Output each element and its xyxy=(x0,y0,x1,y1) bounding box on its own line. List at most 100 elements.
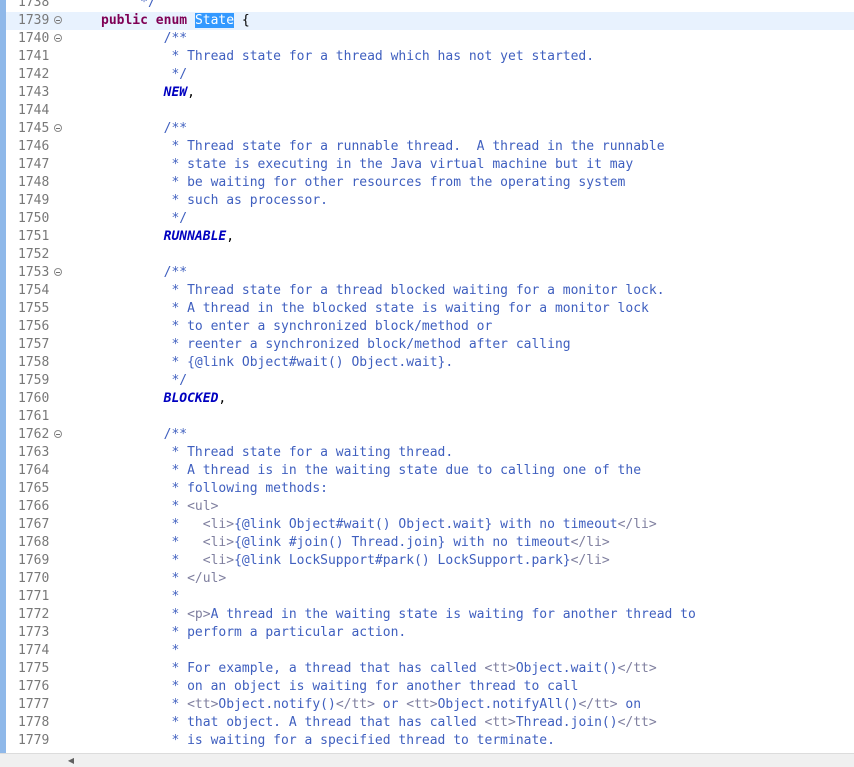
code-text: BLOCKED, xyxy=(101,390,227,408)
code-line[interactable]: 1775 * For example, a thread that has ca… xyxy=(6,660,854,678)
code-line[interactable]: 1746 * Thread state for a runnable threa… xyxy=(6,138,854,156)
code-text: * A thread is in the waiting state due t… xyxy=(101,462,641,480)
code-line[interactable]: 1764 * A thread is in the waiting state … xyxy=(6,462,854,480)
code-line[interactable]: 1779 * is waiting for a specified thread… xyxy=(6,732,854,750)
line-number: 1765 xyxy=(18,481,50,496)
code-line[interactable]: 1771 * xyxy=(6,588,854,606)
line-number: 1739 xyxy=(18,13,50,28)
code-line[interactable]: 1743 NEW, xyxy=(6,84,854,102)
code-line[interactable]: 1759 */ xyxy=(6,372,854,390)
code-token: * Thread state for a thread blocked wait… xyxy=(101,283,665,298)
code-line[interactable]: 1748 * be waiting for other resources fr… xyxy=(6,174,854,192)
code-token: * xyxy=(101,571,188,586)
code-line[interactable]: 1745 /** xyxy=(6,120,854,138)
code-text: * <tt>Object.notify()</tt> or <tt>Object… xyxy=(101,696,641,714)
code-line[interactable]: 1757 * reenter a synchronized block/meth… xyxy=(6,336,854,354)
code-line[interactable]: 1773 * perform a particular action. xyxy=(6,624,854,642)
line-number: 1752 xyxy=(18,247,50,262)
code-token: * xyxy=(101,589,180,604)
collapse-fold-icon[interactable] xyxy=(54,34,62,42)
code-token: * xyxy=(101,535,203,550)
code-line[interactable]: 1751 RUNNABLE, xyxy=(6,228,854,246)
code-text: * <ul> xyxy=(101,498,218,516)
code-line[interactable]: 1765 * following methods: xyxy=(6,480,854,498)
code-line[interactable]: 1752 xyxy=(6,246,854,264)
code-line[interactable]: 1768 * <li>{@link #join() Thread.join} w… xyxy=(6,534,854,552)
code-text: * Thread state for a waiting thread. xyxy=(101,444,453,462)
code-editor[interactable]: 1738 */1739 public enum State {1740 /** 17… xyxy=(0,0,854,753)
code-text: * be waiting for other resources from th… xyxy=(101,174,625,192)
code-line[interactable]: 1744 xyxy=(6,102,854,120)
line-number: 1779 xyxy=(18,733,50,748)
code-token: </li> xyxy=(570,535,610,550)
code-token: */ xyxy=(101,373,188,388)
code-line[interactable]: 1777 * <tt>Object.notify()</tt> or <tt>O… xyxy=(6,696,854,714)
code-text: * on an object is waiting for another th… xyxy=(101,678,578,696)
code-token: * xyxy=(101,499,188,514)
code-line[interactable]: 1776 * on an object is waiting for anoth… xyxy=(6,678,854,696)
code-token: <ul> xyxy=(187,499,219,514)
collapse-fold-icon[interactable] xyxy=(54,268,62,276)
line-number: 1753 xyxy=(18,265,50,280)
collapse-fold-icon[interactable] xyxy=(54,430,62,438)
code-text: * perform a particular action. xyxy=(101,624,406,642)
line-number: 1741 xyxy=(18,49,50,64)
code-line[interactable]: 1762 /** xyxy=(6,426,854,444)
code-line[interactable]: 1772 * <p>A thread in the waiting state … xyxy=(6,606,854,624)
code-line[interactable]: 1760 BLOCKED, xyxy=(6,390,854,408)
collapse-fold-icon[interactable] xyxy=(54,124,62,132)
code-line[interactable]: 1770 * </ul> xyxy=(6,570,854,588)
code-line[interactable]: 1769 * <li>{@link LockSupport#park() Loc… xyxy=(6,552,854,570)
code-line[interactable]: 1741 * Thread state for a thread which h… xyxy=(6,48,854,66)
code-text: /** xyxy=(101,120,187,138)
code-line[interactable]: 1739 public enum State { xyxy=(6,12,854,30)
line-number: 1756 xyxy=(18,319,50,334)
code-token: Object.notify() xyxy=(218,697,336,712)
chevron-left-icon[interactable]: ◀ xyxy=(64,755,78,767)
code-token: enum xyxy=(155,13,188,28)
line-number: 1742 xyxy=(18,67,50,82)
code-token: /** xyxy=(101,265,188,280)
code-text: NEW, xyxy=(101,84,195,102)
code-text: * Thread state for a thread blocked wait… xyxy=(101,282,665,300)
code-line[interactable]: 1750 */ xyxy=(6,210,854,228)
code-token: </tt> xyxy=(335,697,375,712)
code-line[interactable]: 1756 * to enter a synchronized block/met… xyxy=(6,318,854,336)
code-line[interactable]: 1742 */ xyxy=(6,66,854,84)
code-token: </li> xyxy=(617,517,657,532)
code-line[interactable]: 1753 /** xyxy=(6,264,854,282)
code-line[interactable]: 1767 * <li>{@link Object#wait() Object.w… xyxy=(6,516,854,534)
line-number: 1766 xyxy=(18,499,50,514)
code-token: * xyxy=(101,697,188,712)
horizontal-scrollbar[interactable]: ◀ xyxy=(0,753,854,767)
code-text: * <li>{@link LockSupport#park() LockSupp… xyxy=(101,552,609,570)
code-token: <tt> xyxy=(484,715,516,730)
code-line[interactable]: 1749 * such as processor. xyxy=(6,192,854,210)
code-line[interactable]: 1774 * xyxy=(6,642,854,660)
code-token: Object.notifyAll() xyxy=(437,697,579,712)
code-text: * such as processor. xyxy=(101,192,328,210)
line-number: 1775 xyxy=(18,661,50,676)
line-number: 1749 xyxy=(18,193,50,208)
code-token: , xyxy=(226,229,235,244)
code-token: */ xyxy=(101,67,188,82)
code-token: public xyxy=(101,13,148,28)
code-line[interactable]: 1761 xyxy=(6,408,854,426)
code-line[interactable]: 1754 * Thread state for a thread blocked… xyxy=(6,282,854,300)
code-line[interactable]: 1755 * A thread in the blocked state is … xyxy=(6,300,854,318)
code-token: Thread.join() xyxy=(515,715,618,730)
code-line[interactable]: 1738 */ xyxy=(6,0,854,12)
code-line[interactable]: 1766 * <ul> xyxy=(6,498,854,516)
code-line[interactable]: 1778 * that object. A thread that has ca… xyxy=(6,714,854,732)
collapse-fold-icon[interactable] xyxy=(54,16,62,24)
line-number: 1764 xyxy=(18,463,50,478)
code-line[interactable]: 1747 * state is executing in the Java vi… xyxy=(6,156,854,174)
code-line[interactable]: 1740 /** xyxy=(6,30,854,48)
code-line[interactable]: 1758 * {@link Object#wait() Object.wait}… xyxy=(6,354,854,372)
code-token: * to enter a synchronized block/method o… xyxy=(101,319,493,334)
code-line[interactable]: 1763 * Thread state for a waiting thread… xyxy=(6,444,854,462)
line-number: 1745 xyxy=(18,121,50,136)
line-number: 1755 xyxy=(18,301,50,316)
code-token: */ xyxy=(101,211,188,226)
